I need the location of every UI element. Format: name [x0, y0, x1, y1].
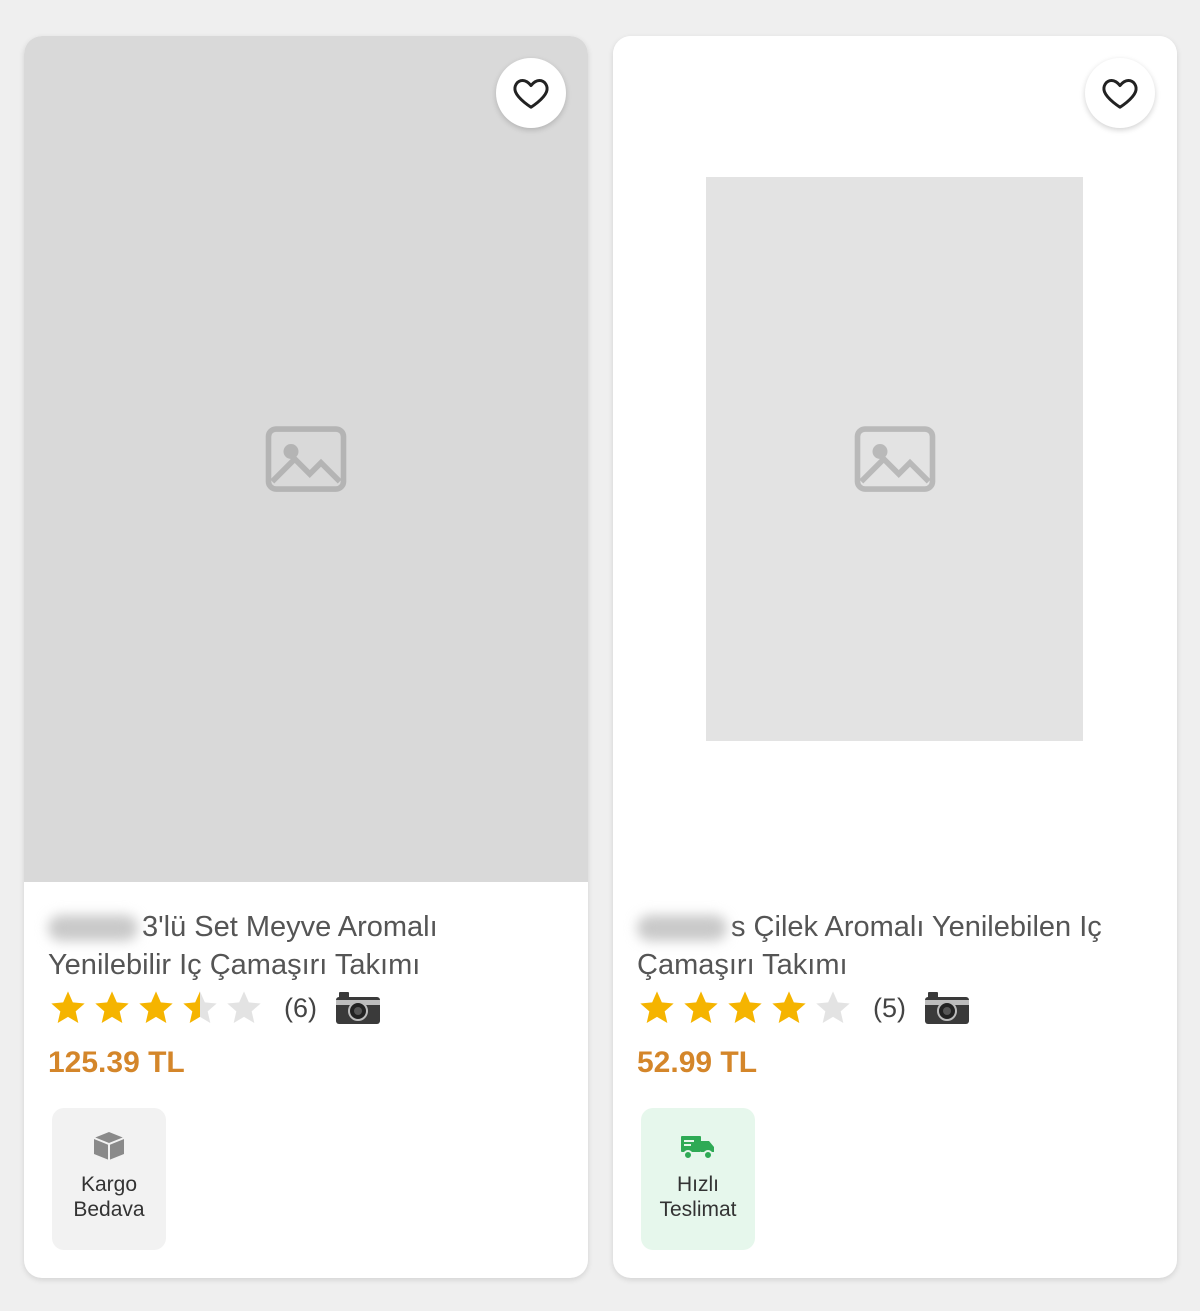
star-rating — [48, 988, 264, 1028]
free-shipping-badge: Kargo Bedava — [52, 1108, 166, 1250]
review-count[interactable]: (5) — [873, 993, 906, 1024]
badge-label-line2: Bedava — [73, 1198, 145, 1221]
brand-name-blurred — [48, 915, 138, 942]
image-icon — [854, 426, 935, 492]
product-card[interactable]: 3'lü Set Meyve Aromalı Yenilebilir Iç Ça… — [24, 36, 588, 1278]
star-icon — [816, 991, 850, 1023]
product-image-area[interactable] — [24, 36, 588, 882]
star-icon — [51, 991, 85, 1023]
star-icon — [139, 991, 173, 1023]
brand-name-blurred — [637, 915, 727, 942]
product-price: 52.99 TL — [637, 1046, 758, 1079]
product-title[interactable]: 3'lü Set Meyve Aromalı Yenilebilir Iç Ça… — [48, 908, 568, 984]
product-card[interactable]: s Çilek Aromalı Yenilebilen Iç Çamaşırı … — [613, 36, 1177, 1278]
favorite-button[interactable] — [1085, 58, 1155, 128]
camera-icon — [336, 992, 380, 1024]
badge-label-line2: Teslimat — [659, 1198, 737, 1221]
product-title[interactable]: s Çilek Aromalı Yenilebilen Iç Çamaşırı … — [637, 908, 1157, 984]
star-icon — [684, 991, 718, 1023]
product-image-placeholder — [706, 177, 1083, 741]
star-icon — [728, 991, 762, 1023]
box-icon — [93, 1132, 125, 1160]
image-icon — [265, 426, 347, 492]
badge-label-line1: Hızlı — [677, 1173, 719, 1196]
fast-delivery-badge: Hızlı Teslimat — [641, 1108, 755, 1250]
badge-label-line1: Kargo — [80, 1173, 138, 1196]
star-icon — [227, 991, 261, 1023]
favorite-button[interactable] — [496, 58, 566, 128]
star-icon — [640, 991, 674, 1023]
star-rating — [637, 988, 853, 1028]
review-count[interactable]: (6) — [284, 993, 317, 1024]
rating-row: (6) — [48, 986, 381, 1030]
product-image-placeholder — [24, 36, 588, 882]
star-icon — [772, 991, 806, 1023]
star-icon — [183, 991, 217, 1023]
product-image-area[interactable] — [613, 36, 1177, 882]
heart-icon — [1102, 79, 1138, 109]
star-icon — [95, 991, 129, 1023]
camera-icon — [925, 992, 969, 1024]
product-price: 125.39 TL — [48, 1046, 185, 1079]
truck-icon — [681, 1136, 714, 1160]
rating-row: (5) — [637, 986, 970, 1030]
heart-icon — [513, 79, 549, 109]
